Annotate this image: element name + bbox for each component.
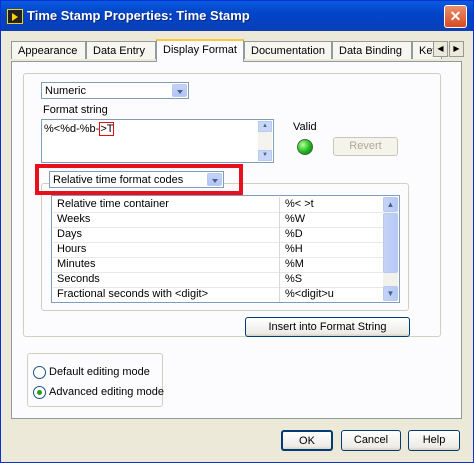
format-string-label: Format string	[43, 104, 108, 116]
format-codes-scrollbar[interactable]: ▲ ▼	[383, 197, 398, 301]
tab-display-format[interactable]: Display Format	[156, 39, 244, 62]
close-button[interactable]: ✕	[444, 5, 467, 28]
dropdown-arrow-icon	[172, 84, 187, 97]
advanced-editing-mode-label: Advanced editing mode	[49, 386, 164, 398]
cancel-button[interactable]: Cancel	[341, 430, 401, 451]
tab-appearance[interactable]: Appearance	[11, 41, 86, 59]
chevron-right-icon: ▶	[453, 44, 460, 53]
format-type-select[interactable]: Numeric	[41, 82, 189, 99]
help-button[interactable]: Help	[408, 430, 460, 451]
list-item[interactable]: Days %D	[53, 227, 383, 242]
window-title: Time Stamp Properties: Time Stamp	[27, 8, 250, 23]
list-item[interactable]: Fractional seconds with <digit> %<digit>u	[53, 287, 383, 302]
format-codes-list[interactable]: Relative time container %< >t Weeks %W Day…	[51, 195, 400, 303]
labview-app-icon	[7, 9, 23, 24]
advanced-editing-mode-radio[interactable]	[33, 386, 46, 399]
tab-scroll-buttons: ◀ ▶	[433, 41, 465, 57]
list-item[interactable]: Weeks %W	[53, 212, 383, 227]
format-string-input[interactable]: %<%d-%b->T ▲ ▼	[41, 119, 274, 163]
ok-button[interactable]: OK	[281, 430, 333, 451]
scroll-down-icon[interactable]: ▼	[383, 286, 398, 301]
format-string-highlight: >T	[99, 122, 115, 136]
list-item[interactable]: Seconds %S	[53, 272, 383, 287]
scroll-down-icon[interactable]: ▼	[258, 150, 272, 161]
list-item[interactable]: Minutes %M	[53, 257, 383, 272]
list-item[interactable]: Relative time container %< >t	[53, 197, 383, 212]
default-editing-mode-label: Default editing mode	[49, 366, 150, 378]
tab-documentation[interactable]: Documentation	[244, 41, 332, 59]
properties-dialog: Time Stamp Properties: Time Stamp ✕ Appe…	[0, 0, 474, 463]
tab-scroll-right-button[interactable]: ▶	[449, 41, 464, 57]
tab-data-entry[interactable]: Data Entry	[86, 41, 156, 59]
chevron-left-icon: ◀	[437, 44, 444, 53]
revert-button[interactable]: Revert	[333, 137, 398, 156]
scroll-up-icon[interactable]: ▲	[383, 197, 398, 212]
tab-scroll-left-button[interactable]: ◀	[433, 41, 448, 57]
valid-label: Valid	[293, 121, 317, 133]
close-icon: ✕	[449, 8, 462, 24]
valid-indicator-icon	[297, 139, 313, 155]
format-codes-select[interactable]: Relative time format codes	[49, 171, 224, 188]
list-item[interactable]: Hours %H	[53, 242, 383, 257]
default-editing-mode-radio[interactable]	[33, 366, 46, 379]
format-string-scrollbar[interactable]: ▲ ▼	[258, 121, 272, 161]
title-bar[interactable]: Time Stamp Properties: Time Stamp ✕	[1, 1, 473, 31]
scroll-thumb[interactable]	[383, 213, 398, 273]
tab-data-binding[interactable]: Data Binding	[332, 41, 412, 59]
editing-mode-group-box	[27, 353, 163, 407]
dropdown-arrow-icon	[207, 173, 222, 186]
tab-strip: Appearance Data Entry Display Format Doc…	[11, 39, 461, 62]
scroll-up-icon[interactable]: ▲	[258, 121, 272, 132]
format-string-text: %<%d-%b-	[44, 123, 100, 135]
insert-into-format-string-button[interactable]: Insert into Format String	[245, 317, 410, 337]
